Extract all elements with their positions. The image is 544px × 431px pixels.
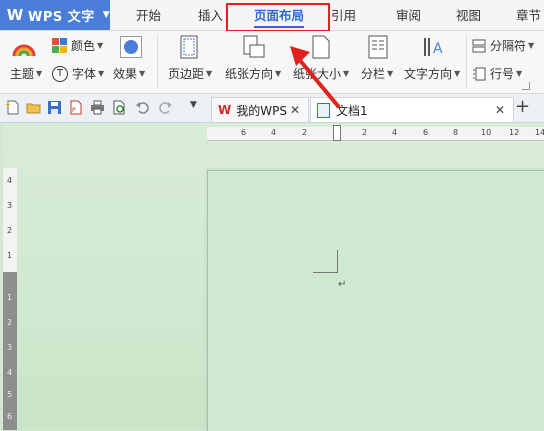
chevron-down-icon: ▼ xyxy=(516,69,523,78)
ruler-number: 4 xyxy=(271,128,277,137)
svg-text:✦: ✦ xyxy=(5,101,11,109)
columns-label: 分栏 xyxy=(361,67,386,81)
new-document-icon[interactable]: ✦ xyxy=(5,100,20,115)
ribbon-dialog-launcher-icon[interactable] xyxy=(522,82,530,90)
ruler-number: 12 xyxy=(509,128,520,137)
chevron-down-icon: ▼ xyxy=(36,69,43,78)
ruler-number: 6 xyxy=(241,128,247,137)
undo-icon[interactable] xyxy=(135,100,150,115)
save-icon[interactable] xyxy=(47,100,62,115)
tab-references[interactable]: 引用 xyxy=(331,0,356,30)
ruler-number: 3 xyxy=(7,343,13,352)
chevron-down-icon: ▼ xyxy=(98,69,105,78)
ribbon-separator xyxy=(157,34,158,88)
ruler-number: 2 xyxy=(302,128,308,137)
ruler-number: 5 xyxy=(7,390,13,399)
tab-chapter[interactable]: 章节 xyxy=(516,0,541,30)
effect-button[interactable]: 效果 ▼ xyxy=(113,65,145,82)
ruler-number: 8 xyxy=(453,128,459,137)
effect-icon[interactable] xyxy=(120,36,142,58)
print-icon[interactable] xyxy=(90,100,105,115)
ruler-number: 6 xyxy=(423,128,429,137)
ruler-number: 14 xyxy=(535,128,544,137)
new-tab-plus-icon[interactable]: + xyxy=(515,96,530,117)
chevron-down-icon: ▼ xyxy=(139,69,146,78)
orientation-button[interactable]: 纸张方向 ▼ xyxy=(225,65,281,82)
app-title: WPS 文字 xyxy=(28,9,95,25)
orientation-icon[interactable] xyxy=(243,35,265,59)
ruler-number: 10 xyxy=(481,128,492,137)
indent-marker[interactable] xyxy=(333,125,341,141)
tab-review[interactable]: 审阅 xyxy=(396,0,421,30)
line-number-button[interactable]: 行号 ▼ xyxy=(472,65,522,82)
quick-access-bar: ✦ P ▼ W 我的WPS ✕ 文档1 ✕ + xyxy=(0,94,544,123)
chevron-down-icon: ▼ xyxy=(387,69,394,78)
margin-button[interactable]: 页边距 ▼ xyxy=(168,65,212,82)
vertical-ruler: 4 3 2 1 1 2 3 4 5 6 xyxy=(3,168,17,430)
ruler-number: 2 xyxy=(362,128,368,137)
wps-home-icon: W xyxy=(218,103,232,117)
wps-app-button[interactable]: W WPS 文字 ▼ xyxy=(0,0,110,30)
tab-insert[interactable]: 插入 xyxy=(198,0,223,30)
document-page[interactable] xyxy=(207,170,544,431)
ruler-number: 2 xyxy=(7,318,13,327)
theme-label: 主题 xyxy=(10,67,35,81)
horizontal-ruler: 6 4 2 2 4 6 8 10 12 14 xyxy=(207,125,544,141)
color-label: 颜色 xyxy=(71,39,96,53)
line-number-icon xyxy=(473,67,486,80)
redo-icon[interactable] xyxy=(158,100,173,115)
ruler-number: 1 xyxy=(7,251,13,260)
wps-logo-icon: W xyxy=(6,6,24,24)
font-button[interactable]: T 字体 ▼ xyxy=(52,65,104,82)
color-palette-icon xyxy=(52,38,67,53)
app-menu-caret-icon: ▼ xyxy=(102,10,110,20)
ruler-number: 4 xyxy=(392,128,398,137)
color-button[interactable]: 颜色 ▼ xyxy=(52,37,103,54)
ruler-number: 3 xyxy=(7,201,13,210)
menu-bar: W WPS 文字 ▼ 开始 插入 页面布局 引用 审阅 视图 章节 xyxy=(0,0,544,32)
ruler-number: 1 xyxy=(7,293,13,302)
margin-icon[interactable] xyxy=(180,35,198,59)
theme-icon[interactable] xyxy=(12,36,36,58)
text-direction-icon[interactable]: A xyxy=(422,35,446,59)
columns-button[interactable]: 分栏 ▼ xyxy=(361,65,393,82)
ruler-number: 6 xyxy=(7,412,13,421)
effect-label: 效果 xyxy=(113,67,138,81)
font-label: 字体 xyxy=(72,67,97,81)
ruler-number: 2 xyxy=(7,226,13,235)
chevron-down-icon: ▼ xyxy=(528,41,535,50)
margin-label: 页边距 xyxy=(168,67,205,81)
separator-button[interactable]: 分隔符 ▼ xyxy=(472,37,534,54)
svg-text:P: P xyxy=(72,107,76,114)
svg-text:A: A xyxy=(433,41,443,57)
annotation-arrow-icon xyxy=(290,46,340,108)
paragraph-mark: ↵ xyxy=(338,279,347,290)
print-preview-icon[interactable] xyxy=(112,100,127,115)
ribbon-separator xyxy=(466,34,467,88)
quick-access-more-icon[interactable]: ▼ xyxy=(190,100,197,110)
open-folder-icon[interactable] xyxy=(26,100,41,115)
ruler-number: 4 xyxy=(7,176,13,185)
chevron-down-icon: ▼ xyxy=(454,69,461,78)
page-break-icon xyxy=(472,39,486,52)
text-direction-label: 文字方向 xyxy=(404,67,453,81)
close-icon[interactable]: ✕ xyxy=(495,103,505,117)
orientation-label: 纸张方向 xyxy=(225,67,274,81)
theme-button[interactable]: 主题 ▼ xyxy=(10,65,42,82)
tab-view[interactable]: 视图 xyxy=(456,0,481,30)
export-pdf-icon[interactable]: P xyxy=(68,100,83,115)
highlight-annotation-box xyxy=(226,3,330,32)
columns-icon[interactable] xyxy=(368,35,388,59)
tab-home[interactable]: 开始 xyxy=(136,0,161,30)
ribbon-page-layout: 主题 ▼ 颜色 ▼ T 字体 ▼ 效果 ▼ 页边距 ▼ 纸张方向 ▼ 纸张大小 ▼ xyxy=(0,31,544,94)
font-icon: T xyxy=(52,65,68,82)
separator-label: 分隔符 xyxy=(490,39,527,53)
text-direction-button[interactable]: 文字方向 ▼ xyxy=(404,65,460,82)
ruler-number: 4 xyxy=(7,368,13,377)
margin-corner-marker xyxy=(313,250,338,273)
line-number-label: 行号 xyxy=(490,67,515,81)
chevron-down-icon: ▼ xyxy=(97,41,104,50)
chevron-down-icon: ▼ xyxy=(206,69,213,78)
